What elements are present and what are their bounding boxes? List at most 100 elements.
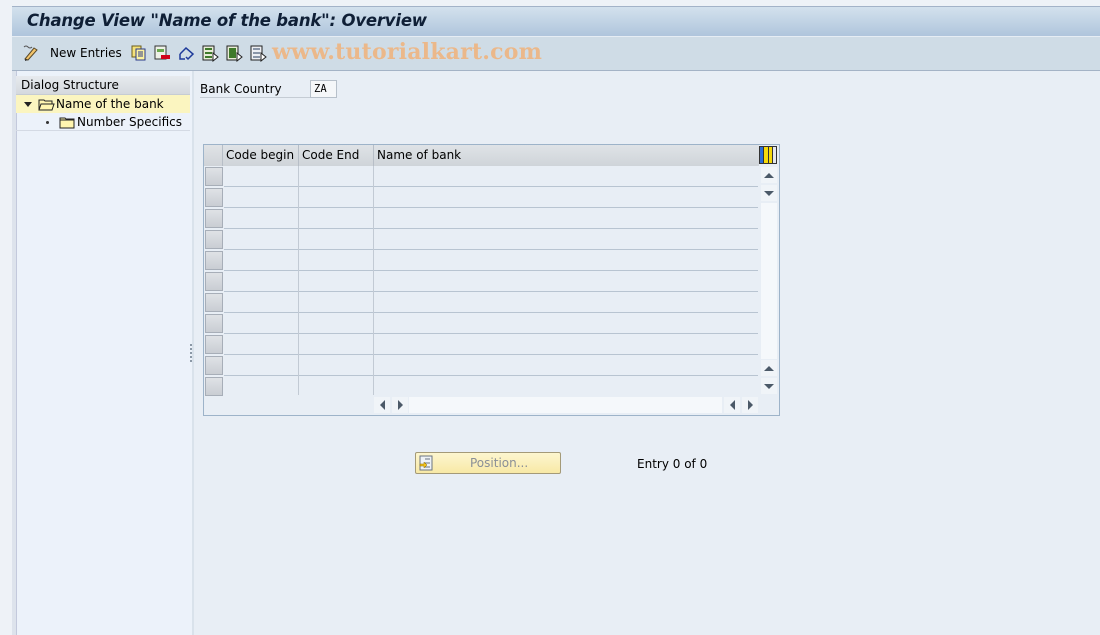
tree-divider [16, 130, 190, 131]
arrow-left-icon [379, 400, 385, 410]
select-all-button[interactable] [202, 44, 219, 62]
row-selector-button[interactable] [205, 377, 223, 396]
scroll-page-up-button[interactable] [761, 167, 777, 183]
row-selector-button[interactable] [205, 293, 223, 312]
row-selector-button[interactable] [205, 188, 223, 207]
copy-as-icon [131, 45, 146, 61]
splitter-grip-icon[interactable] [190, 344, 193, 362]
table-row [204, 166, 759, 187]
arrow-up-icon [764, 365, 774, 371]
table-cell[interactable] [224, 229, 298, 249]
table-cell[interactable] [224, 355, 298, 375]
table-header: Code begin Code End Name of bank [204, 145, 759, 166]
table-cell[interactable] [224, 250, 298, 270]
scroll-right-button[interactable] [742, 397, 758, 413]
vertical-scroll-track[interactable] [761, 203, 777, 359]
table-cell[interactable] [374, 250, 759, 270]
copy-as-button[interactable] [131, 44, 147, 62]
table-cell[interactable] [374, 355, 759, 375]
scroll-page-down-button[interactable] [761, 378, 777, 394]
table-cell[interactable] [299, 229, 373, 249]
select-block-icon [226, 45, 243, 62]
column-divider [373, 166, 374, 395]
delete-icon [154, 45, 170, 60]
horizontal-scroll-track[interactable] [409, 397, 722, 413]
table-cell[interactable] [224, 334, 298, 354]
table-cell[interactable] [224, 292, 298, 312]
undo-change-button[interactable] [178, 44, 195, 62]
table-cell[interactable] [374, 376, 759, 396]
table-cell[interactable] [299, 355, 373, 375]
table-cell[interactable] [374, 292, 759, 312]
undo-change-icon [179, 46, 195, 61]
scroll-left-button[interactable] [374, 397, 390, 413]
expand-arrow-icon[interactable] [24, 101, 32, 107]
table-cell[interactable] [374, 208, 759, 228]
row-selector-button[interactable] [205, 314, 223, 333]
new-entries-button[interactable]: New Entries [50, 44, 122, 62]
column-header-code-end[interactable]: Code End [298, 145, 373, 166]
scroll-down-button[interactable] [761, 360, 777, 376]
table-cell[interactable] [374, 313, 759, 333]
entry-count-text: Entry 0 of 0 [637, 457, 708, 471]
deselect-all-button[interactable] [250, 44, 267, 62]
column-header-code-begin[interactable]: Code begin [223, 145, 298, 166]
title-bar: Change View "Name of the bank": Overview [12, 6, 1100, 37]
table-cell[interactable] [374, 187, 759, 207]
table-cell[interactable] [374, 229, 759, 249]
table-cell[interactable] [299, 334, 373, 354]
table-row [204, 313, 759, 334]
table-cell[interactable] [224, 208, 298, 228]
table-cell[interactable] [374, 166, 759, 186]
display-change-button[interactable] [22, 44, 40, 62]
table-cell[interactable] [224, 313, 298, 333]
table-cell[interactable] [299, 271, 373, 291]
tree-item-name-of-the-bank[interactable]: Name of the bank [16, 95, 190, 113]
table-row [204, 250, 759, 271]
select-block-button[interactable] [226, 44, 243, 62]
table-cell[interactable] [224, 271, 298, 291]
table-cell[interactable] [299, 250, 373, 270]
arrow-down-icon [764, 190, 774, 196]
arrow-down-icon [764, 383, 774, 389]
table-cell[interactable] [299, 292, 373, 312]
delete-button[interactable] [154, 44, 171, 62]
application-toolbar: New Entries www.tutorialkart.com [12, 37, 1100, 71]
select-all-icon [202, 45, 219, 62]
table-settings-icon[interactable] [759, 146, 777, 164]
tree-item-number-specifics[interactable]: Number Specifics [16, 113, 190, 131]
table-cell[interactable] [299, 376, 373, 396]
table-row [204, 229, 759, 250]
arrow-right-icon [747, 400, 753, 410]
row-selector-button[interactable] [205, 230, 223, 249]
table-cell[interactable] [224, 187, 298, 207]
table-cell[interactable] [299, 208, 373, 228]
row-selector-button[interactable] [205, 335, 223, 354]
row-selector-button[interactable] [205, 209, 223, 228]
table-cell[interactable] [224, 376, 298, 396]
vertical-scrollbar[interactable] [761, 167, 777, 395]
column-divider [298, 166, 299, 395]
arrow-right-icon [397, 400, 403, 410]
dialog-structure-panel: Dialog Structure Name of the bank Number… [12, 71, 192, 635]
table-cell[interactable] [224, 166, 298, 186]
table-cell[interactable] [299, 313, 373, 333]
scroll-up-button[interactable] [761, 185, 777, 201]
row-selector-button[interactable] [205, 167, 223, 186]
row-selector-button[interactable] [205, 251, 223, 270]
scroll-left-button[interactable] [724, 397, 740, 413]
table-cell[interactable] [374, 334, 759, 354]
scroll-right-button[interactable] [392, 397, 408, 413]
watermark-text: www.tutorialkart.com [272, 39, 543, 65]
tree-item-label: Name of the bank [56, 97, 164, 111]
column-header-name-of-bank[interactable]: Name of bank [373, 145, 759, 166]
table-cell[interactable] [299, 187, 373, 207]
table-cell[interactable] [374, 271, 759, 291]
select-all-rows-button[interactable] [204, 145, 223, 166]
position-button[interactable]: Position... [415, 452, 561, 474]
row-selector-button[interactable] [205, 356, 223, 375]
row-selector-button[interactable] [205, 272, 223, 291]
main-content: Bank Country ZA Code begin Code End Name… [194, 71, 1100, 635]
table-cell[interactable] [299, 166, 373, 186]
bank-country-field[interactable]: ZA [310, 80, 337, 98]
